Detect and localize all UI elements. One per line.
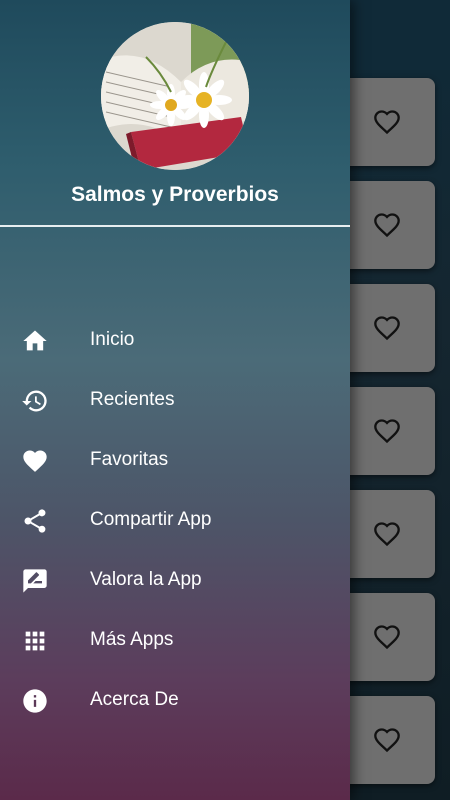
heart-outline-icon[interactable] xyxy=(373,623,401,651)
heart-outline-icon[interactable] xyxy=(373,314,401,342)
navigation-drawer: Salmos y Proverbios Inicio Recientes Fav… xyxy=(0,0,350,800)
favorite-card[interactable] xyxy=(335,593,435,681)
book-daisies-image xyxy=(101,22,249,170)
apps-grid-icon xyxy=(25,631,45,651)
heart-icon xyxy=(23,450,47,472)
menu-item-label: Recientes xyxy=(90,389,175,410)
favorite-card[interactable] xyxy=(335,387,435,475)
heart-outline-icon[interactable] xyxy=(373,417,401,445)
menu-item-label: Inicio xyxy=(90,329,135,350)
menu-item-recientes[interactable]: Recientes xyxy=(0,370,350,430)
favorite-card[interactable] xyxy=(335,78,435,166)
favorite-card[interactable] xyxy=(335,696,435,784)
app-title: Salmos y Proverbios xyxy=(71,183,279,206)
heart-outline-icon[interactable] xyxy=(373,520,401,548)
favorite-card[interactable] xyxy=(335,181,435,269)
menu-item-favoritas[interactable]: Favoritas xyxy=(0,430,350,490)
header-image xyxy=(101,22,249,170)
menu-item-inicio[interactable]: Inicio xyxy=(0,310,350,370)
header-divider xyxy=(0,225,350,227)
menu-item-label: Valora la App xyxy=(90,569,202,590)
menu-item-label: Acerca De xyxy=(90,689,179,710)
info-icon xyxy=(23,689,47,713)
heart-outline-icon[interactable] xyxy=(373,108,401,136)
menu-item-compartir-app[interactable]: Compartir App xyxy=(0,490,350,550)
rate-review-icon xyxy=(23,569,47,593)
heart-outline-icon[interactable] xyxy=(373,726,401,754)
menu-item-acerca-de[interactable]: Acerca De xyxy=(0,670,350,730)
menu-item-mas-apps[interactable]: Más Apps xyxy=(0,610,350,670)
menu-item-label: Compartir App xyxy=(90,509,212,530)
home-icon xyxy=(23,330,47,351)
menu-item-label: Favoritas xyxy=(90,449,169,470)
share-icon xyxy=(24,509,46,533)
drawer-menu: Inicio Recientes Favoritas Compartir App xyxy=(0,310,350,730)
menu-item-valora-la-app[interactable]: Valora la App xyxy=(0,550,350,610)
heart-outline-icon[interactable] xyxy=(373,211,401,239)
favorite-card[interactable] xyxy=(335,490,435,578)
menu-item-label: Más Apps xyxy=(90,629,174,650)
favorite-card[interactable] xyxy=(335,284,435,372)
history-icon xyxy=(22,390,47,412)
